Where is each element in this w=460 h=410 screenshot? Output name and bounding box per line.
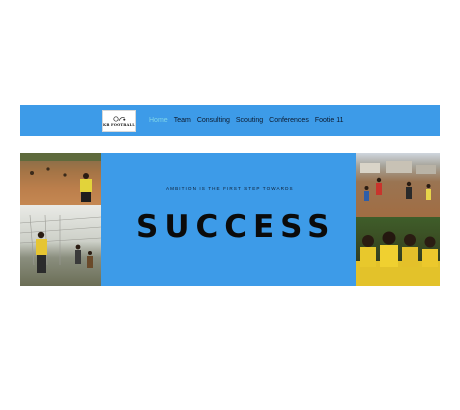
photo-kids-football-dirt-field [20,153,101,205]
nav-conferences[interactable]: Conferences [269,117,309,124]
nav-footie-11[interactable]: Footie 11 [315,117,344,124]
photo-team-yellow-jerseys [356,217,440,286]
nav-scouting[interactable]: Scouting [236,117,263,124]
photo-street-football [356,153,440,217]
football-logo-icon [113,115,126,122]
nav-home[interactable]: Home [149,117,168,124]
photo-goalkeeper-net [20,205,101,286]
nav-team[interactable]: Team [174,117,191,124]
hero-headline: SUCCESS [136,209,336,245]
site-header: KB FOOTBALL Home Team Consulting Scoutin… [20,105,440,136]
nav-consulting[interactable]: Consulting [197,117,230,124]
hero-banner: AMBITION IS THE FIRST STEP TOWARDS SUCCE… [20,153,440,286]
logo-text: KB FOOTBALL [103,122,135,127]
hero-tagline: AMBITION IS THE FIRST STEP TOWARDS [166,186,294,191]
main-nav: Home Team Consulting Scouting Conference… [149,105,344,136]
site-logo[interactable]: KB FOOTBALL [102,110,136,132]
